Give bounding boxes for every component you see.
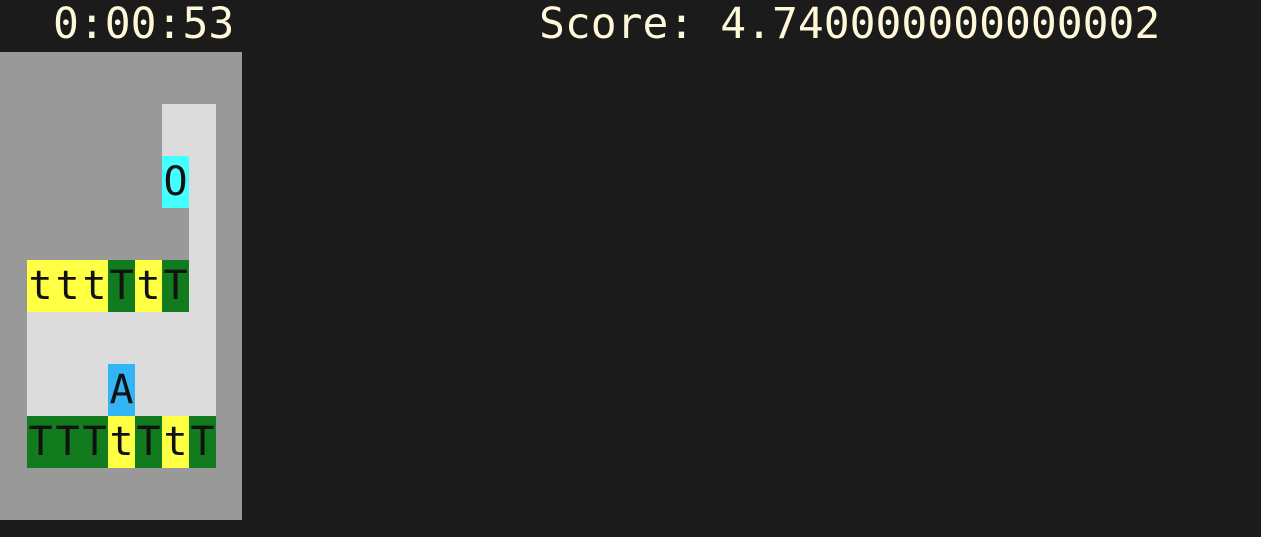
cell-wall [189, 52, 216, 104]
cell-wall [216, 208, 242, 260]
cell-tree: T [189, 416, 216, 468]
cell-wall [162, 208, 189, 260]
cell-wall [216, 312, 242, 364]
cell-wall [108, 52, 135, 104]
cell-agent: A [108, 364, 135, 416]
cell-wall [135, 468, 162, 520]
cell-floor [189, 156, 216, 208]
cell-wall [27, 104, 54, 156]
game-board: OtttTtTATTTtTtT [0, 52, 242, 520]
cell-wall [0, 260, 27, 312]
cell-wall [135, 156, 162, 208]
cell-small-tree: t [162, 416, 189, 468]
cell-floor [189, 260, 216, 312]
cell-wall [27, 208, 54, 260]
cell-wall [0, 156, 27, 208]
cell-small-tree: t [27, 260, 54, 312]
cell-wall [135, 208, 162, 260]
cell-wall [108, 208, 135, 260]
cell-wall [0, 364, 27, 416]
cell-floor [108, 312, 135, 364]
cell-wall [216, 104, 242, 156]
cell-tree: T [81, 416, 108, 468]
cell-wall [0, 468, 27, 520]
cell-wall [0, 52, 27, 104]
timer: 0:00:53 [53, 0, 235, 49]
cell-floor [54, 364, 81, 416]
score: Score: 4.740000000000002 [539, 0, 1161, 49]
cell-wall [216, 468, 242, 520]
cell-floor [162, 364, 189, 416]
cell-floor [54, 312, 81, 364]
cell-floor [162, 312, 189, 364]
cell-wall [81, 208, 108, 260]
cell-wall [81, 156, 108, 208]
cell-wall [54, 208, 81, 260]
cell-small-tree: t [54, 260, 81, 312]
cell-wall [135, 104, 162, 156]
cell-wall [108, 468, 135, 520]
cell-wall [54, 52, 81, 104]
cell-wall [135, 52, 162, 104]
cell-wall [54, 104, 81, 156]
cell-floor [81, 364, 108, 416]
cell-floor [135, 364, 162, 416]
cell-small-tree: t [135, 260, 162, 312]
cell-goal: O [162, 156, 189, 208]
cell-tree: T [54, 416, 81, 468]
cell-wall [162, 52, 189, 104]
cell-small-tree: t [81, 260, 108, 312]
cell-tree: T [162, 260, 189, 312]
cell-wall [0, 104, 27, 156]
cell-wall [27, 468, 54, 520]
cell-wall [108, 156, 135, 208]
cell-floor [81, 312, 108, 364]
cell-floor [189, 364, 216, 416]
cell-small-tree: t [108, 416, 135, 468]
cell-wall [0, 208, 27, 260]
cell-wall [162, 468, 189, 520]
cell-wall [0, 416, 27, 468]
cell-tree: T [135, 416, 162, 468]
cell-wall [108, 104, 135, 156]
cell-wall [216, 260, 242, 312]
cell-wall [81, 52, 108, 104]
cell-wall [216, 52, 242, 104]
cell-wall [0, 312, 27, 364]
cell-floor [27, 364, 54, 416]
cell-tree: T [108, 260, 135, 312]
cell-wall [81, 104, 108, 156]
cell-floor [189, 104, 216, 156]
cell-floor [189, 312, 216, 364]
cell-floor [189, 208, 216, 260]
cell-wall [27, 52, 54, 104]
cell-wall [216, 156, 242, 208]
cell-wall [54, 468, 81, 520]
cell-floor [162, 104, 189, 156]
cell-wall [216, 364, 242, 416]
cell-wall [189, 468, 216, 520]
cell-wall [54, 156, 81, 208]
cell-wall [27, 156, 54, 208]
cell-wall [81, 468, 108, 520]
cell-wall [216, 416, 242, 468]
cell-floor [135, 312, 162, 364]
cell-floor [27, 312, 54, 364]
cell-tree: T [27, 416, 54, 468]
